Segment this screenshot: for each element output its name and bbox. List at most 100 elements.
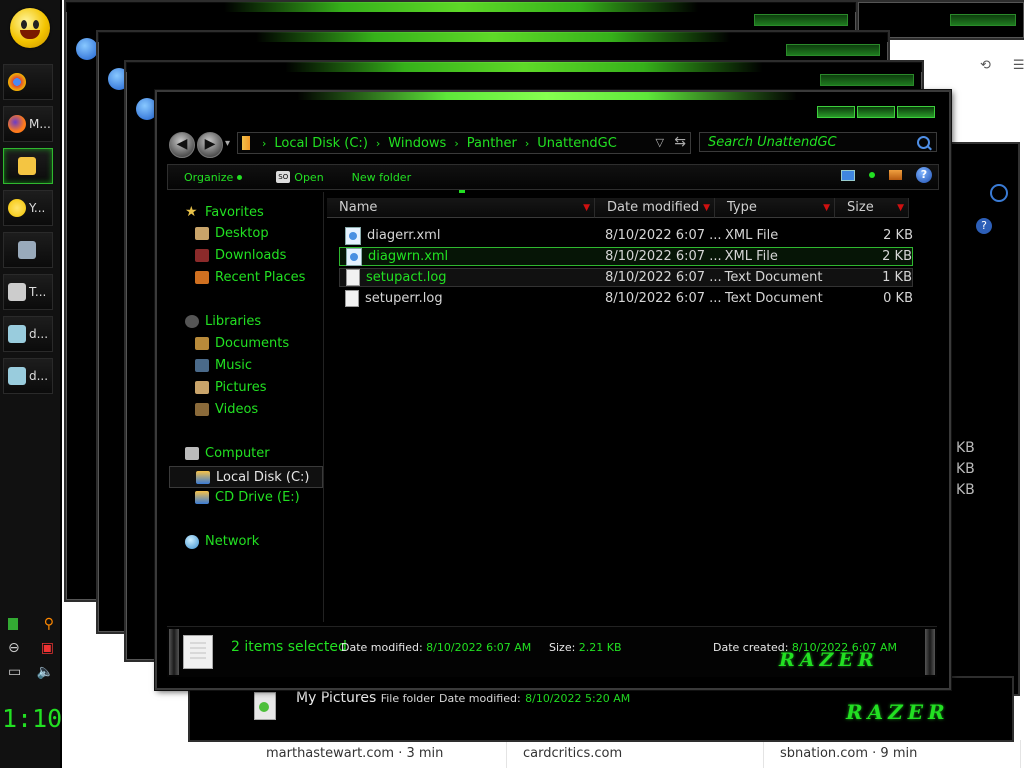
news-feed-bar: marthastewart.com · 3 min cardcritics.co…: [250, 740, 1024, 768]
file-row-selected[interactable]: diagwrn.xml 8/10/2022 6:07 ... XML File …: [339, 247, 913, 266]
back-icon[interactable]: [76, 38, 98, 60]
nav-network[interactable]: Network: [185, 534, 259, 549]
taskbar-button-computer[interactable]: T...: [3, 274, 53, 310]
size-cell: KB: [956, 440, 975, 456]
news-item[interactable]: sbnation.com · 9 min: [764, 740, 1021, 768]
taskbar-button-chrome[interactable]: [3, 64, 53, 100]
new-folder-button[interactable]: New folder: [352, 171, 411, 184]
search-input[interactable]: Search UnattendGC: [699, 132, 937, 152]
view-options-icon[interactable]: [869, 172, 875, 178]
taskbar: M... Y... T... d... d... ⚲ ⊖ ▣ ▭ 🔈 1:10: [0, 0, 62, 768]
search-icon[interactable]: ⚲: [44, 616, 54, 632]
breadcrumb-item[interactable]: Windows: [388, 136, 446, 151]
date-label: Date modified:: [439, 692, 521, 705]
breadcrumb-item[interactable]: UnattendGC: [537, 136, 617, 151]
menu-icon[interactable]: ☰: [1013, 58, 1024, 73]
taskbar-button-firefox[interactable]: M...: [3, 106, 53, 142]
nav-favorites[interactable]: ★ Favorites: [185, 204, 264, 220]
nav-item-videos[interactable]: Videos: [195, 402, 258, 417]
column-header-name[interactable]: Name ▼: [327, 198, 595, 218]
sort-arrow-icon: ▼: [583, 203, 590, 213]
monitor-icon: [18, 241, 36, 259]
nav-item-pictures[interactable]: Pictures: [195, 380, 266, 395]
window-controls[interactable]: [786, 44, 880, 56]
chevron-down-icon[interactable]: ▽: [656, 136, 664, 149]
pictures-icon: [195, 381, 209, 394]
firefox-icon: [8, 115, 26, 133]
recent-pages-dropdown[interactable]: ▾: [225, 138, 230, 149]
volume-icon[interactable]: 🔈: [37, 664, 54, 680]
window-controls[interactable]: [754, 14, 848, 26]
nav-computer[interactable]: Computer: [185, 446, 270, 461]
downloads-icon: [195, 249, 209, 262]
text-file-icon: [345, 290, 359, 307]
nav-item-desktop[interactable]: Desktop: [195, 226, 269, 241]
text-file-icon: [346, 269, 360, 286]
recent-places-icon: [195, 271, 209, 284]
nav-item-local-disk[interactable]: Local Disk (C:): [169, 466, 323, 488]
column-header-date[interactable]: Date modified ▼: [595, 198, 715, 218]
file-row-selected[interactable]: setupact.log 8/10/2022 6:07 ... Text Doc…: [339, 268, 913, 287]
file-row[interactable]: setuperr.log 8/10/2022 6:07 ... Text Doc…: [339, 289, 913, 308]
item-kind: File folder: [380, 692, 435, 705]
nav-libraries[interactable]: Libraries: [185, 314, 261, 329]
desktop-icon: [195, 227, 209, 240]
notepad-icon: [8, 367, 26, 385]
date-modified-detail: Date modified: 8/10/2022 6:07 AM: [341, 641, 532, 654]
close-button[interactable]: [897, 106, 935, 118]
size-detail: Size: 2.21 KB: [549, 641, 622, 654]
documents-icon: [195, 337, 209, 350]
forward-button[interactable]: ▶: [197, 132, 223, 158]
back-button[interactable]: ◀: [169, 132, 195, 158]
breadcrumb-item[interactable]: Panther: [467, 136, 517, 151]
column-header-size[interactable]: Size ▼: [835, 198, 909, 218]
search-icon[interactable]: [917, 136, 930, 149]
news-item[interactable]: cardcritics.com: [507, 740, 764, 768]
window-icon[interactable]: ▭: [8, 664, 21, 680]
organize-button[interactable]: Organize: [184, 171, 243, 184]
background-explorer-window: ? KB KB KB: [940, 142, 1020, 696]
address-bar[interactable]: › Local Disk (C:) › Windows › Panther › …: [237, 132, 691, 154]
column-header-type[interactable]: Type ▼: [715, 198, 835, 218]
file-list: Name ▼ Date modified ▼ Type ▼ Size ▼ diagerr…: [327, 190, 939, 622]
news-item[interactable]: marthastewart.com · 3 min: [250, 740, 507, 768]
cd-drive-icon: [195, 491, 209, 504]
xml-file-icon: [346, 247, 362, 266]
tray-app-icon[interactable]: [8, 618, 18, 630]
date-value: 8/10/2022 5:20 AM: [525, 692, 631, 705]
maximize-button[interactable]: [857, 106, 895, 118]
taskbar-button-notepad[interactable]: d...: [3, 358, 53, 394]
change-view-icon[interactable]: [841, 169, 855, 181]
open-button[interactable]: SO Open: [276, 171, 324, 184]
network-icon[interactable]: ▣: [41, 640, 54, 656]
nav-item-recent-places[interactable]: Recent Places: [195, 270, 305, 285]
taskbar-button-explorer[interactable]: [3, 148, 53, 184]
taskbar-button-messenger[interactable]: Y...: [3, 190, 53, 226]
network-icon: [185, 534, 199, 549]
help-icon[interactable]: ?: [976, 218, 992, 234]
breadcrumb-item[interactable]: Local Disk (C:): [274, 136, 367, 151]
libraries-icon: [185, 315, 199, 328]
help-icon[interactable]: ?: [916, 167, 932, 183]
minimize-button[interactable]: [817, 106, 855, 118]
window-controls: [817, 106, 935, 118]
nav-item-cd-drive[interactable]: CD Drive (E:): [195, 490, 300, 505]
file-row[interactable]: diagerr.xml 8/10/2022 6:07 ... XML File …: [339, 226, 913, 245]
minus-icon[interactable]: ⊖: [8, 640, 20, 656]
nav-item-documents[interactable]: Documents: [195, 336, 289, 351]
clock[interactable]: 1:10: [2, 704, 62, 733]
extension-icon[interactable]: ⟲: [980, 58, 991, 73]
window-controls[interactable]: [820, 74, 914, 86]
nav-item-music[interactable]: Music: [195, 358, 252, 373]
star-icon: ★: [185, 204, 198, 220]
smiley-icon[interactable]: [10, 8, 50, 48]
size-cell: KB: [956, 482, 975, 498]
size-cell: KB: [956, 461, 975, 477]
window-controls[interactable]: [950, 14, 1016, 26]
taskbar-button-notepad[interactable]: d...: [3, 316, 53, 352]
taskbar-button-display[interactable]: [3, 232, 53, 268]
preview-pane-icon[interactable]: [889, 170, 902, 180]
nav-item-downloads[interactable]: Downloads: [195, 248, 286, 263]
refresh-icon[interactable]: ⇆: [674, 134, 686, 150]
music-icon: [195, 359, 209, 372]
